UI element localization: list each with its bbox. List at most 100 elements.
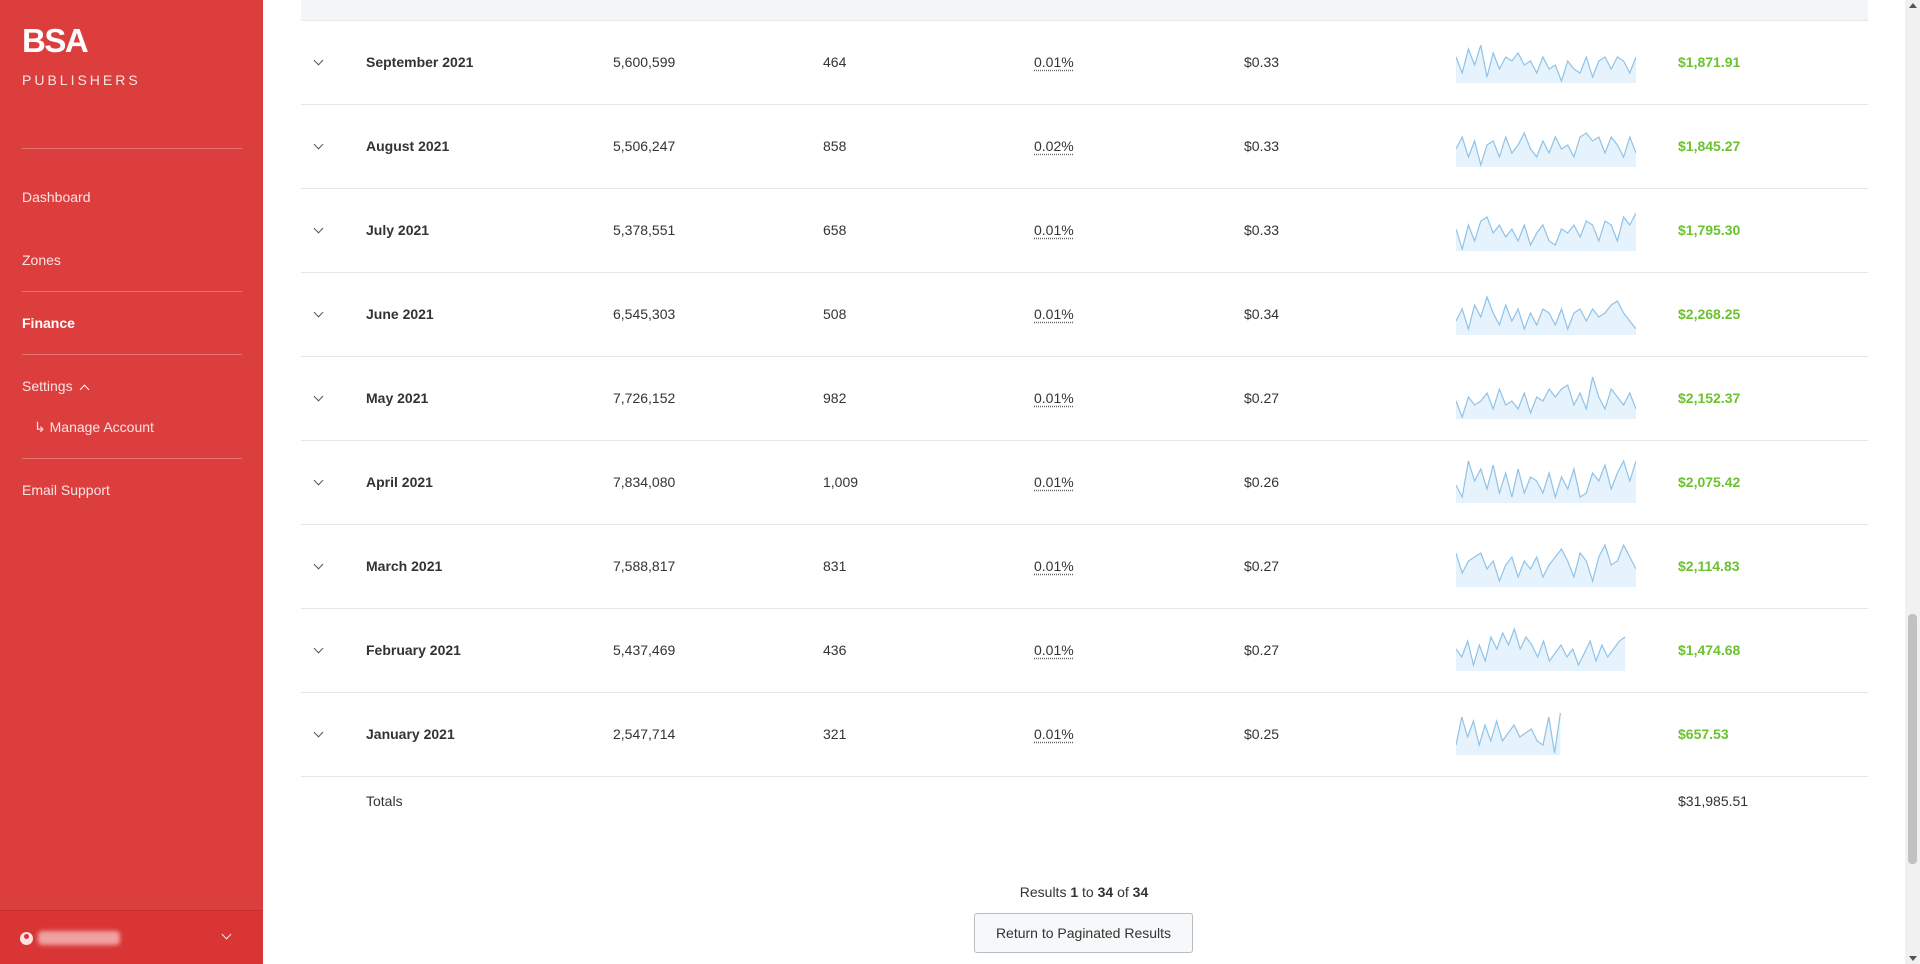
- ctr-cell: 0.01%: [1034, 642, 1074, 658]
- earnings-sparkline: [1456, 212, 1636, 251]
- earnings-cell: $657.53: [1678, 726, 1729, 742]
- cpc-cell: $0.25: [1244, 726, 1280, 742]
- scroll-thumb[interactable]: [1908, 614, 1917, 864]
- month-cell: March 2021: [366, 558, 443, 574]
- table-row[interactable]: May 2021 7,726,152 982 0.01% $0.27 $2,152.37: [301, 357, 1868, 441]
- month-cell: July 2021: [366, 222, 430, 238]
- impressions-cell: 7,834,080: [613, 474, 676, 490]
- sparkline-area: [1456, 133, 1636, 167]
- ctr-cell: 0.01%: [1034, 726, 1074, 742]
- earnings-sparkline: [1456, 627, 1626, 671]
- sidebar-item-finance[interactable]: Finance: [22, 315, 75, 331]
- month-cell: August 2021: [366, 138, 450, 154]
- results-end: 34: [1097, 884, 1114, 900]
- earnings-cell: $1,474.68: [1678, 642, 1741, 658]
- earnings-cell: $1,795.30: [1678, 222, 1741, 238]
- sidebar-item-zones[interactable]: Zones: [22, 252, 61, 268]
- expand-chevron-icon[interactable]: [313, 139, 324, 150]
- cpc-cell: $0.27: [1244, 558, 1280, 574]
- cpc-cell: $0.33: [1244, 138, 1280, 154]
- totals-row: Totals $31,985.51: [301, 777, 1868, 827]
- results-start: 1: [1070, 884, 1079, 900]
- ctr-cell: 0.01%: [1034, 306, 1074, 322]
- earnings-sparkline: [1456, 376, 1636, 419]
- earnings-cell: $1,871.91: [1678, 54, 1741, 70]
- expand-chevron-icon[interactable]: [313, 223, 324, 234]
- impressions-cell: 5,437,469: [613, 642, 676, 658]
- earnings-cell: $2,152.37: [1678, 390, 1741, 406]
- totals-label: Totals: [366, 793, 403, 809]
- bsa-logo[interactable]: BSA: [22, 24, 141, 58]
- table-row[interactable]: July 2021 5,378,551 658 0.01% $0.33 $1,795.30: [301, 189, 1868, 273]
- table-row[interactable]: January 2021 2,547,714 321 0.01% $0.25 $657.5…: [301, 693, 1868, 777]
- expand-chevron-icon[interactable]: [313, 307, 324, 318]
- earnings-cell: $2,114.83: [1678, 558, 1740, 574]
- clicks-cell: 831: [823, 558, 847, 574]
- table-row[interactable]: March 2021 7,588,817 831 0.01% $0.27 $2,114.8…: [301, 525, 1868, 609]
- sidebar-item-dashboard[interactable]: Dashboard: [22, 189, 91, 205]
- results-total: 34: [1132, 884, 1149, 900]
- chevron-up-icon: [79, 384, 90, 395]
- impressions-cell: 7,726,152: [613, 390, 676, 406]
- ctr-cell: 0.01%: [1034, 54, 1074, 70]
- user-icon: [20, 932, 33, 945]
- results-summary: Results 1 to 34 of 34: [263, 884, 1905, 900]
- totals-value: $31,985.51: [1678, 793, 1749, 809]
- clicks-cell: 508: [823, 306, 847, 322]
- brand[interactable]: BSA PUBLISHERS: [22, 24, 141, 89]
- cpc-cell: $0.33: [1244, 54, 1280, 70]
- sidebar: BSA PUBLISHERS Dashboard Zones Finance S…: [0, 0, 263, 964]
- table-row[interactable]: April 2021 7,834,080 1,009 0.01% $0.26 $2,075…: [301, 441, 1868, 525]
- cpc-cell: $0.34: [1244, 306, 1280, 322]
- month-cell: May 2021: [366, 390, 429, 406]
- expand-chevron-icon[interactable]: [313, 559, 324, 570]
- scroll-down-icon[interactable]: [1909, 956, 1917, 961]
- sidebar-divider: [22, 458, 242, 459]
- clicks-cell: 858: [823, 138, 847, 154]
- sidebar-divider: [22, 354, 242, 355]
- earnings-cell: $2,268.25: [1678, 306, 1741, 322]
- expand-chevron-icon[interactable]: [313, 55, 324, 66]
- scroll-up-icon[interactable]: [1909, 3, 1917, 8]
- ctr-cell: 0.01%: [1034, 222, 1074, 238]
- expand-chevron-icon[interactable]: [313, 643, 324, 654]
- chevron-down-icon[interactable]: [221, 929, 232, 940]
- earnings-cell: $1,845.27: [1678, 138, 1741, 154]
- return-to-paginated-button[interactable]: Return to Paginated Results: [974, 913, 1193, 953]
- sidebar-item-settings-label: Settings: [22, 378, 73, 394]
- scrollbar[interactable]: [1905, 0, 1920, 964]
- sidebar-item-email-support[interactable]: Email Support: [22, 482, 110, 498]
- clicks-cell: 658: [823, 222, 847, 238]
- sidebar-item-settings[interactable]: Settings: [22, 378, 90, 395]
- table-row[interactable]: June 2021 6,545,303 508 0.01% $0.34 $2,268.25: [301, 273, 1868, 357]
- month-cell: September 2021: [366, 54, 474, 70]
- clicks-cell: 321: [823, 726, 847, 742]
- expand-chevron-icon[interactable]: [313, 727, 324, 738]
- table-row[interactable]: August 2021 5,506,247 858 0.02% $0.33 $1,845.…: [301, 105, 1868, 189]
- month-cell: February 2021: [366, 642, 461, 658]
- table-header: [301, 0, 1868, 21]
- expand-chevron-icon[interactable]: [313, 475, 324, 486]
- earnings-sparkline: [1456, 44, 1636, 83]
- ctr-cell: 0.01%: [1034, 390, 1074, 406]
- clicks-cell: 436: [823, 642, 847, 658]
- impressions-cell: 5,600,599: [613, 54, 676, 70]
- ctr-cell: 0.02%: [1034, 138, 1074, 154]
- earnings-sparkline: [1456, 543, 1636, 587]
- earnings-sparkline: [1456, 712, 1561, 755]
- sidebar-item-manage-account[interactable]: ↳ Manage Account: [34, 419, 154, 436]
- results-prefix: Results: [1019, 884, 1067, 900]
- user-name-redacted: [38, 931, 120, 945]
- cpc-cell: $0.26: [1244, 474, 1280, 490]
- results-of: of: [1117, 884, 1129, 900]
- impressions-cell: 5,506,247: [613, 138, 676, 154]
- expand-chevron-icon[interactable]: [313, 391, 324, 402]
- earnings-sparkline: [1456, 459, 1636, 503]
- table-row[interactable]: September 2021 5,600,599 464 0.01% $0.33 $1,8…: [301, 21, 1868, 105]
- cpc-cell: $0.27: [1244, 390, 1280, 406]
- table-row[interactable]: February 2021 5,437,469 436 0.01% $0.27 $1,47…: [301, 609, 1868, 693]
- sparkline-area: [1456, 297, 1636, 335]
- user-menu[interactable]: [0, 910, 263, 964]
- finance-table: September 2021 5,600,599 464 0.01% $0.33 $1,8…: [263, 0, 1905, 964]
- ctr-cell: 0.01%: [1034, 474, 1074, 490]
